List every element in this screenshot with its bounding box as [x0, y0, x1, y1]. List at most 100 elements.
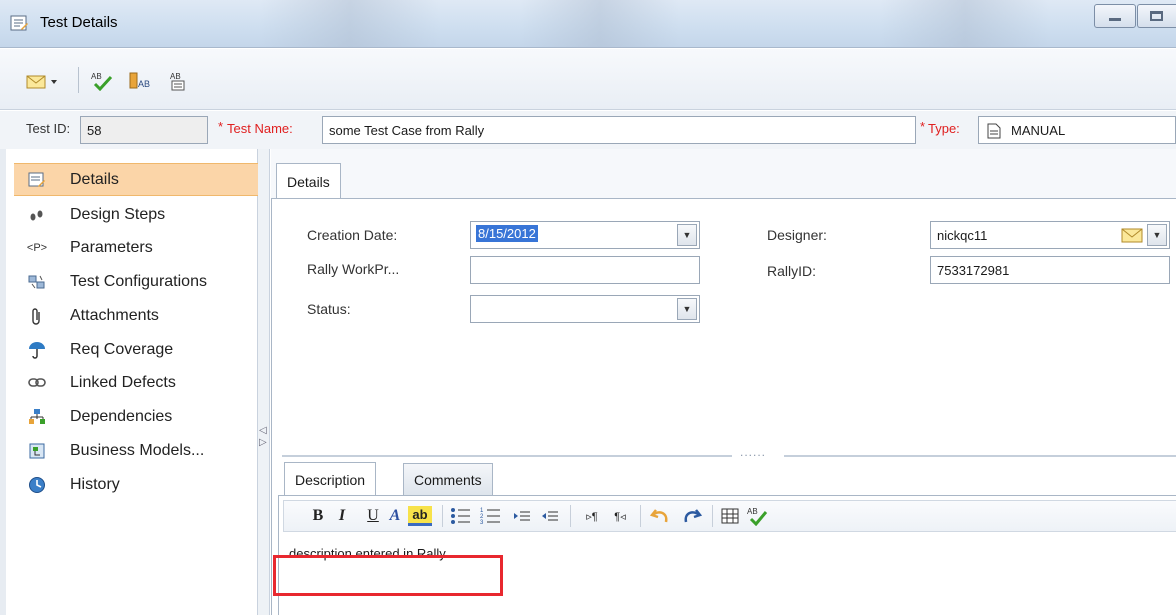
minimize-icon	[1109, 18, 1121, 21]
toolbar-separator	[712, 505, 713, 527]
sidebar-item-label: Req Coverage	[70, 340, 174, 358]
svg-text:AB: AB	[91, 72, 102, 81]
type-field[interactable]: MANUAL	[978, 116, 1176, 144]
splitter-grip[interactable]: ......	[740, 445, 766, 459]
sidebar-splitter[interactable]: ◁ ▷	[258, 149, 270, 615]
rally-workpr-input[interactable]	[470, 256, 700, 284]
spell-check-icon[interactable]: AB	[90, 71, 114, 91]
sidebar-item-details[interactable]: Details	[14, 163, 258, 196]
chevron-down-icon[interactable]: ▼	[677, 224, 697, 246]
toolbar-separator	[640, 505, 641, 527]
test-details-icon	[10, 15, 28, 31]
right-to-left-button[interactable]: ¶◃	[608, 506, 632, 526]
required-marker: *	[920, 119, 926, 134]
toolbar-separator	[442, 505, 443, 527]
test-name-input[interactable]: some Test Case from Rally	[322, 116, 916, 144]
indent-icon[interactable]	[512, 506, 532, 526]
sidebar-item-design-steps[interactable]: Design Steps	[14, 198, 258, 231]
sidebar-item-label: Details	[70, 170, 119, 188]
creation-date-label: Creation Date:	[307, 227, 398, 243]
sidebar-item-test-configurations[interactable]: Test Configurations	[14, 265, 258, 298]
spelling-options-icon[interactable]: AB	[168, 71, 192, 91]
undo-icon[interactable]	[650, 506, 672, 526]
svg-text:AB: AB	[138, 79, 150, 89]
toolbar-separator	[78, 67, 79, 93]
sidebar-item-label: Linked Defects	[70, 373, 176, 391]
sidebar-item-history[interactable]: History	[14, 468, 258, 501]
bullet-list-icon[interactable]	[450, 506, 472, 526]
title-bar: Test Details	[0, 0, 1176, 48]
rallyid-label: RallyID:	[767, 263, 817, 279]
sidebar-item-business-models[interactable]: Business Models...	[14, 434, 258, 467]
svg-text:AB: AB	[747, 507, 758, 516]
type-label: Type:	[928, 121, 960, 136]
configurations-icon	[24, 274, 50, 290]
thesaurus-icon[interactable]: AB	[128, 71, 152, 91]
window-title: Test Details	[40, 14, 118, 31]
creation-date-field[interactable]: 8/15/2012 ▼	[470, 221, 700, 249]
font-color-button[interactable]: A	[386, 506, 404, 526]
italic-button[interactable]: I	[334, 506, 350, 526]
manual-document-icon	[987, 123, 1001, 139]
panel-splitter[interactable]	[784, 455, 1176, 457]
design-steps-icon	[24, 208, 50, 222]
background-blur	[880, 0, 1050, 48]
details-icon	[24, 172, 50, 188]
rally-workpr-label: Rally WorkPr...	[307, 261, 400, 277]
bold-button[interactable]: B	[310, 506, 326, 526]
designer-field[interactable]: nickqc11 ▼	[930, 221, 1170, 249]
sidebar: Details Design Steps <P> Parameters Test…	[0, 149, 258, 615]
business-models-icon	[24, 442, 50, 460]
mail-icon[interactable]	[1121, 226, 1143, 244]
svg-text:AB: AB	[170, 72, 181, 81]
sidebar-item-label: Attachments	[70, 306, 159, 324]
tab-details[interactable]: Details	[276, 163, 341, 199]
sidebar-item-label: Test Configurations	[70, 272, 207, 290]
minimize-button[interactable]	[1094, 4, 1136, 28]
sidebar-item-attachments[interactable]: Attachments	[14, 299, 258, 332]
test-id-field: 58	[80, 116, 208, 144]
sidebar-item-label: History	[70, 475, 120, 493]
collapse-arrows-icon: ◁ ▷	[259, 425, 267, 448]
status-label: Status:	[307, 301, 351, 317]
sidebar-item-linked-defects[interactable]: Linked Defects	[14, 366, 258, 399]
highlight-box	[273, 555, 503, 596]
numbered-list-icon[interactable]: 123	[480, 506, 502, 526]
rich-text-toolbar: B I U A ab 123 ▹¶ ¶◃ AB	[283, 500, 1176, 532]
maximize-button[interactable]	[1137, 4, 1176, 28]
sidebar-item-dependencies[interactable]: Dependencies	[14, 400, 258, 433]
sidebar-item-label: Parameters	[70, 238, 153, 256]
history-icon	[24, 476, 50, 494]
umbrella-icon	[24, 341, 50, 359]
sidebar-item-req-coverage[interactable]: Req Coverage	[14, 333, 258, 366]
sidebar-item-label: Business Models...	[70, 441, 205, 459]
send-email-button[interactable]	[26, 71, 60, 91]
tab-comments[interactable]: Comments	[403, 463, 493, 496]
background-blur	[520, 0, 680, 48]
main-panel: Details Creation Date: 8/15/2012 ▼ Rally…	[271, 149, 1176, 615]
underline-button[interactable]: U	[364, 506, 382, 526]
maximize-icon	[1150, 11, 1163, 21]
table-icon[interactable]	[720, 506, 740, 526]
tab-description[interactable]: Description	[284, 462, 377, 496]
chevron-down-icon[interactable]: ▼	[1147, 224, 1167, 246]
outdent-icon[interactable]	[540, 506, 560, 526]
toolbar-separator	[570, 505, 571, 527]
paperclip-icon	[24, 307, 50, 325]
panel-splitter[interactable]	[282, 455, 732, 457]
chevron-down-icon[interactable]: ▼	[677, 298, 697, 320]
spell-check-icon[interactable]: AB	[746, 506, 768, 526]
sidebar-item-parameters[interactable]: <P> Parameters	[14, 231, 258, 264]
redo-icon[interactable]	[680, 506, 702, 526]
sidebar-item-label: Design Steps	[70, 205, 166, 223]
designer-label: Designer:	[767, 227, 827, 243]
header-fields: Test ID: 58 * Test Name: some Test Case …	[0, 111, 1176, 149]
left-to-right-button[interactable]: ▹¶	[580, 506, 604, 526]
highlight-button[interactable]: ab	[408, 506, 432, 526]
sidebar-item-label: Dependencies	[70, 407, 173, 425]
status-dropdown[interactable]: ▼	[470, 295, 700, 323]
designer-value: nickqc11	[937, 228, 988, 243]
background-blur	[260, 0, 440, 48]
required-marker: *	[218, 119, 224, 134]
rallyid-input[interactable]: 7533172981	[930, 256, 1170, 284]
